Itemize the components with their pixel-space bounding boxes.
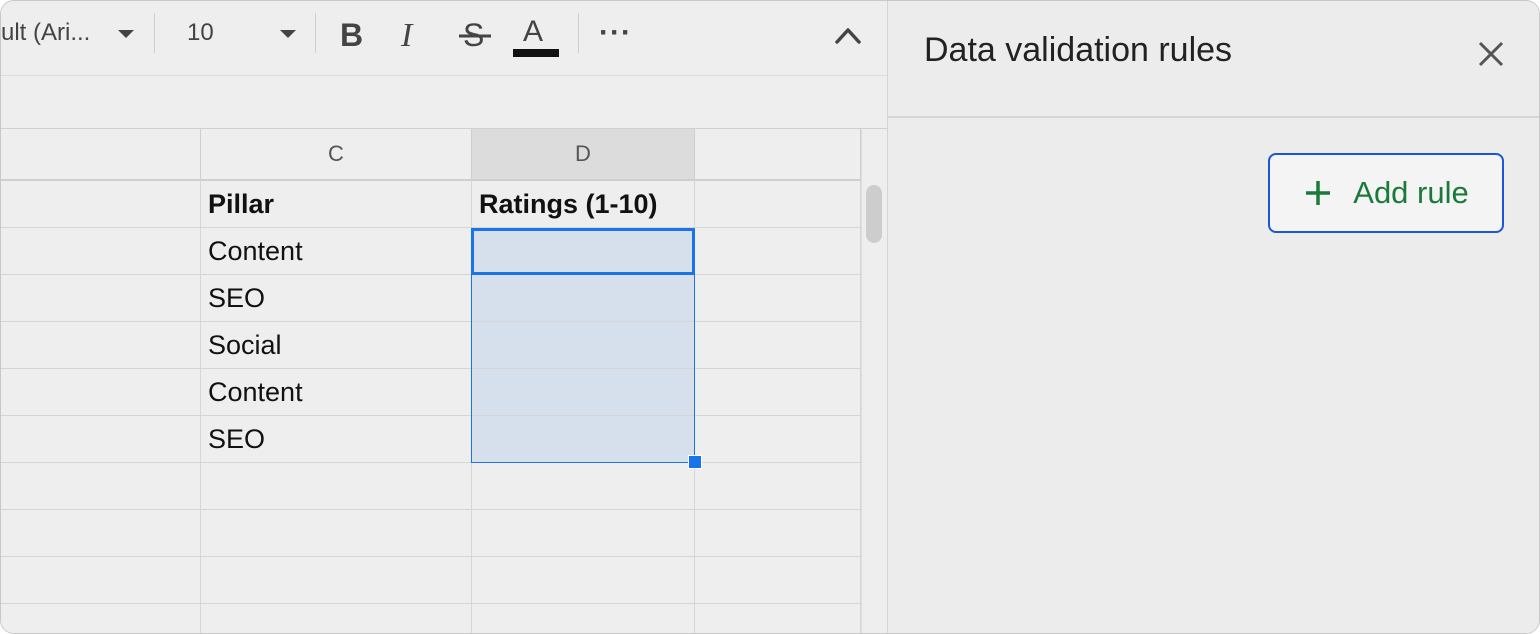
font-family-value: ult (Ari...: [1, 19, 91, 46]
cell-pillar-header[interactable]: Pillar: [201, 181, 472, 228]
svg-text:A: A: [523, 15, 543, 48]
more-icon[interactable]: ···: [599, 1, 632, 65]
cell[interactable]: [695, 275, 861, 322]
column-header-d[interactable]: D: [472, 129, 695, 181]
chevron-down-icon: [118, 30, 134, 38]
cell[interactable]: [472, 604, 695, 633]
cell[interactable]: [695, 463, 861, 510]
close-icon[interactable]: [1474, 37, 1508, 71]
add-rule-button[interactable]: Add rule: [1268, 153, 1504, 233]
cell[interactable]: [695, 416, 861, 463]
chevron-down-icon: [280, 30, 296, 38]
cell[interactable]: [1, 463, 201, 510]
data-validation-panel: Data validation rules Add rule: [887, 1, 1539, 633]
cell[interactable]: [1, 181, 201, 228]
add-rule-label: Add rule: [1353, 175, 1469, 210]
cell[interactable]: [1, 604, 201, 633]
cell[interactable]: [695, 510, 861, 557]
cell[interactable]: [695, 181, 861, 228]
cell-rating[interactable]: [472, 275, 695, 322]
plus-icon: [1306, 181, 1331, 205]
fill-handle[interactable]: [688, 455, 702, 469]
cell-ratings-header[interactable]: Ratings (1-10): [472, 181, 695, 228]
svg-text:I: I: [400, 17, 414, 51]
cell-pillar[interactable]: Content: [201, 369, 472, 416]
font-size-select[interactable]: 10: [167, 1, 307, 65]
cell[interactable]: [695, 228, 861, 275]
spreadsheet-area: ult (Ari... 10 B I S A ··· C D Pillar Ra…: [1, 1, 887, 633]
toolbar-separator: [315, 13, 316, 53]
cell-rating[interactable]: [472, 322, 695, 369]
bold-icon[interactable]: B: [337, 17, 369, 51]
cell-pillar[interactable]: SEO: [201, 275, 472, 322]
toolbar-separator: [578, 13, 579, 53]
cell-pillar[interactable]: Content: [201, 228, 472, 275]
column-header-e[interactable]: [695, 129, 861, 181]
cell[interactable]: [1, 322, 201, 369]
cell-pillar[interactable]: Social: [201, 322, 472, 369]
cell[interactable]: [472, 463, 695, 510]
cell-pillar[interactable]: SEO: [201, 416, 472, 463]
column-header-b[interactable]: [1, 129, 201, 181]
toolbar: ult (Ari... 10 B I S A ···: [1, 1, 887, 76]
cell[interactable]: [1, 510, 201, 557]
cell-rating[interactable]: [472, 416, 695, 463]
sheet-grid: C D Pillar Ratings (1-10) Content SEO So…: [1, 129, 861, 633]
cell[interactable]: [1, 275, 201, 322]
font-size-value: 10: [187, 19, 214, 46]
app-window: ult (Ari... 10 B I S A ··· C D Pillar Ra…: [0, 0, 1540, 634]
cell[interactable]: [472, 557, 695, 604]
cell[interactable]: [472, 510, 695, 557]
scrollbar-thumb[interactable]: [866, 185, 882, 243]
text-color-icon[interactable]: A: [511, 11, 561, 61]
cell[interactable]: [1, 557, 201, 604]
vertical-scrollbar[interactable]: [861, 129, 887, 633]
svg-text:B: B: [340, 17, 363, 51]
cell[interactable]: [695, 322, 861, 369]
font-family-select[interactable]: ult (Ari...: [1, 1, 141, 65]
column-header-c[interactable]: C: [201, 129, 472, 181]
toolbar-separator: [154, 13, 155, 53]
cell-rating[interactable]: [472, 369, 695, 416]
cell[interactable]: [201, 510, 472, 557]
cell[interactable]: [1, 369, 201, 416]
cell[interactable]: [201, 463, 472, 510]
cell[interactable]: [201, 557, 472, 604]
formula-bar[interactable]: [1, 76, 887, 129]
cell[interactable]: [695, 604, 861, 633]
cell-rating[interactable]: [472, 228, 695, 275]
italic-icon[interactable]: I: [397, 17, 429, 51]
collapse-icon[interactable]: [833, 23, 863, 47]
strikethrough-icon[interactable]: S: [457, 15, 493, 53]
cell[interactable]: [1, 416, 201, 463]
panel-title: Data validation rules: [924, 31, 1233, 69]
cell[interactable]: [695, 557, 861, 604]
cell[interactable]: [695, 369, 861, 416]
cell[interactable]: [1, 228, 201, 275]
cell[interactable]: [201, 604, 472, 633]
panel-divider: [888, 116, 1539, 118]
